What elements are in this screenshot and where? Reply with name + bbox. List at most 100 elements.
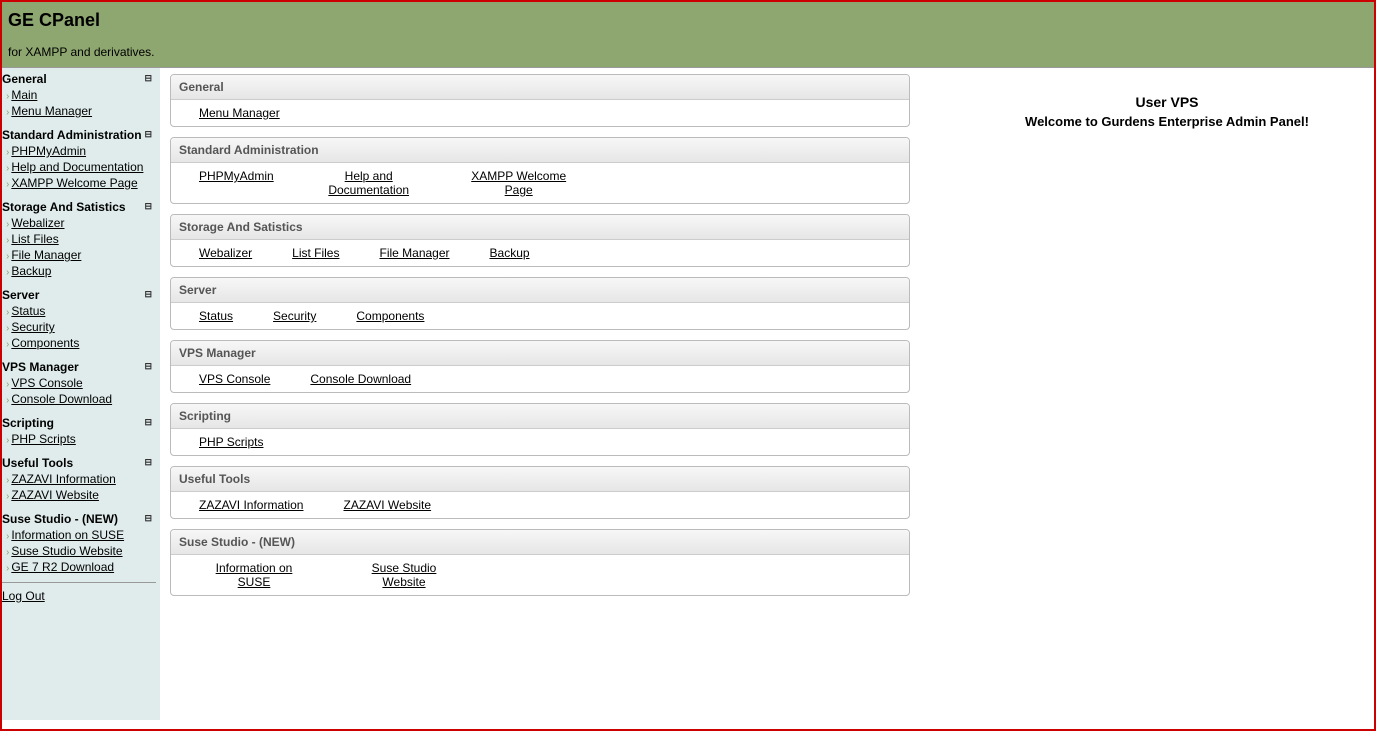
panel-body: Information on SUSE Suse Studio Website: [171, 555, 909, 595]
sidebar-section-title: Standard Administration: [2, 128, 142, 142]
panel-link[interactable]: Help and Documentation: [314, 169, 424, 197]
sidebar-items: Information on SUSE Suse Studio Website GE…: [2, 528, 160, 576]
sidebar-link[interactable]: Backup: [11, 264, 51, 278]
sidebar-items: Webalizer List Files File Manager Backup: [2, 216, 160, 280]
panel-link[interactable]: ZAZAVI Information: [199, 498, 303, 512]
panel-header: Scripting: [171, 404, 909, 429]
panel-link[interactable]: Status: [199, 309, 233, 323]
sidebar-link[interactable]: Help and Documentation: [11, 160, 143, 174]
sidebar-section-header[interactable]: Server ⊟: [2, 286, 160, 304]
sidebar-link[interactable]: Components: [11, 336, 79, 350]
sidebar-items: Main Menu Manager: [2, 88, 160, 120]
sidebar-link[interactable]: XAMPP Welcome Page: [11, 176, 137, 190]
sidebar-section-title: Storage And Satistics: [2, 200, 126, 214]
collapse-icon[interactable]: ⊟: [144, 456, 154, 468]
sidebar-section-header[interactable]: Standard Administration⊟: [2, 126, 160, 144]
sidebar-link[interactable]: PHP Scripts: [11, 432, 75, 446]
sidebar-item: PHPMyAdmin: [6, 144, 160, 160]
panel-header: Standard Administration: [171, 138, 909, 163]
sidebar-item: ZAZAVI Information: [6, 472, 160, 488]
panel-link[interactable]: Menu Manager: [199, 106, 280, 120]
sidebar-link[interactable]: VPS Console: [11, 376, 82, 390]
sidebar-link[interactable]: Information on SUSE: [11, 528, 124, 542]
panel-link[interactable]: File Manager: [379, 246, 449, 260]
sidebar-item: Console Download: [6, 392, 160, 408]
sidebar-link[interactable]: ZAZAVI Website: [11, 488, 99, 502]
sidebar-item: GE 7 R2 Download: [6, 560, 160, 576]
app-subtitle: for XAMPP and derivatives.: [8, 45, 1368, 59]
sidebar-section-title: Server: [2, 288, 39, 302]
logout-link[interactable]: Log Out: [2, 589, 45, 603]
collapse-icon[interactable]: ⊟: [144, 72, 154, 84]
collapse-icon[interactable]: ⊟: [144, 416, 154, 428]
collapse-icon[interactable]: ⊟: [144, 512, 154, 524]
sidebar-link[interactable]: Status: [11, 304, 45, 318]
panel-link[interactable]: Webalizer: [199, 246, 252, 260]
panel-link[interactable]: XAMPP Welcome Page: [464, 169, 574, 197]
panel: Useful Tools ZAZAVI Information ZAZAVI Web…: [170, 466, 910, 519]
sidebar-section-header[interactable]: General⊟: [2, 70, 160, 88]
collapse-icon[interactable]: ⊟: [144, 128, 154, 140]
collapse-icon[interactable]: ⊟: [144, 200, 154, 212]
sidebar-link[interactable]: Menu Manager: [11, 104, 92, 118]
right-welcome: Welcome to Gurdens Enterprise Admin Pane…: [990, 114, 1344, 129]
panel-body: PHP Scripts: [171, 429, 909, 455]
sidebar-section: Useful Tools ⊟ ZAZAVI Information ZAZAVI We…: [2, 454, 160, 504]
sidebar-link[interactable]: Webalizer: [11, 216, 64, 230]
panel-link[interactable]: Console Download: [310, 372, 411, 386]
sidebar-items: PHPMyAdmin Help and Documentation XAMPP We…: [2, 144, 160, 192]
header: GE CPanel for XAMPP and derivatives.: [2, 2, 1374, 68]
sidebar-item: Webalizer: [6, 216, 160, 232]
right-heading: User VPS: [990, 94, 1344, 110]
panel-link[interactable]: VPS Console: [199, 372, 270, 386]
logout-row: Log Out: [2, 589, 160, 603]
panel-link[interactable]: Backup: [490, 246, 530, 260]
sidebar-items: VPS Console Console Download: [2, 376, 160, 408]
sidebar-link[interactable]: Suse Studio Website: [11, 544, 122, 558]
sidebar-divider: [2, 582, 156, 583]
collapse-icon[interactable]: ⊟: [144, 288, 154, 300]
sidebar-section-title: Useful Tools: [2, 456, 73, 470]
sidebar-section: VPS Manager ⊟ VPS Console Console Download: [2, 358, 160, 408]
sidebar-section-header[interactable]: Storage And Satistics ⊟: [2, 198, 160, 216]
sidebar-item: Information on SUSE: [6, 528, 160, 544]
panel-header: Storage And Satistics: [171, 215, 909, 240]
panel-body: Menu Manager: [171, 100, 909, 126]
sidebar-section: Standard Administration⊟PHPMyAdminHelp a…: [2, 126, 160, 192]
panel: VPS ManagerVPS ConsoleConsole Download: [170, 340, 910, 393]
panel: Standard Administration PHPMyAdmin Help an…: [170, 137, 910, 204]
panel-header: Useful Tools: [171, 467, 909, 492]
panel: GeneralMenu Manager: [170, 74, 910, 127]
sidebar-link[interactable]: Console Download: [11, 392, 112, 406]
sidebar-link[interactable]: GE 7 R2 Download: [11, 560, 114, 574]
panel-body: PHPMyAdmin Help and Documentation XAMPP We…: [171, 163, 909, 203]
sidebar-section-header[interactable]: VPS Manager ⊟: [2, 358, 160, 376]
sidebar-link[interactable]: PHPMyAdmin: [11, 144, 86, 158]
sidebar-link[interactable]: File Manager: [11, 248, 81, 262]
main-area: GeneralMenu Manager Standard Administrati…: [170, 68, 1374, 720]
panel-link[interactable]: Components: [356, 309, 424, 323]
sidebar-link[interactable]: ZAZAVI Information: [11, 472, 115, 486]
panel-link[interactable]: ZAZAVI Website: [343, 498, 431, 512]
sidebar-link[interactable]: List Files: [11, 232, 58, 246]
collapse-icon[interactable]: ⊟: [144, 360, 154, 372]
panel-link[interactable]: List Files: [292, 246, 339, 260]
sidebar-item: PHP Scripts: [6, 432, 160, 448]
panel-link[interactable]: PHPMyAdmin: [199, 169, 274, 183]
sidebar-items: PHP Scripts: [2, 432, 160, 448]
sidebar-link[interactable]: Main: [11, 88, 37, 102]
sidebar: General⊟Main Menu Manager Standard Adminis…: [2, 68, 160, 720]
sidebar-section-header[interactable]: Suse Studio - (NEW)⊟: [2, 510, 160, 528]
panel: Storage And Satistics Webalizer List Files…: [170, 214, 910, 267]
panel-link[interactable]: Suse Studio Website: [349, 561, 459, 589]
panel-link[interactable]: PHP Scripts: [199, 435, 263, 449]
sidebar-section-header[interactable]: Scripting⊟: [2, 414, 160, 432]
sidebar-item: ZAZAVI Website: [6, 488, 160, 504]
sidebar-section-title: VPS Manager: [2, 360, 79, 374]
sidebar-link[interactable]: Security: [11, 320, 54, 334]
sidebar-section-header[interactable]: Useful Tools ⊟: [2, 454, 160, 472]
panel-link[interactable]: Information on SUSE: [199, 561, 309, 589]
sidebar-item: Components: [6, 336, 160, 352]
panel-link[interactable]: Security: [273, 309, 316, 323]
panel-body: VPS Console Console Download: [171, 366, 909, 392]
